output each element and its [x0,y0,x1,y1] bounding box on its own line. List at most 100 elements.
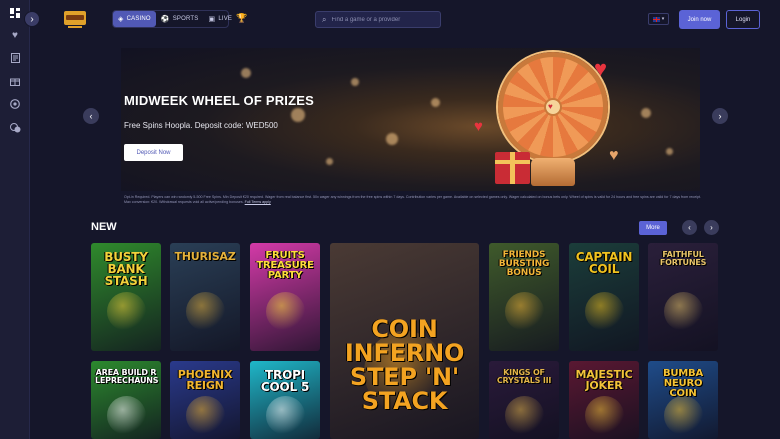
banner-subtitle: Free Spins Hoopla. Deposit code: WED500 [124,121,278,130]
wheel-hub [544,98,562,116]
game-card[interactable]: THURISAZ [170,243,240,351]
receipt-icon[interactable] [9,52,21,64]
chevron-left-icon: ‹ [688,223,691,232]
heart-icon: ♥ [548,102,553,111]
full-terms-link[interactable]: Full Terms apply [245,200,271,204]
game-card[interactable]: BUSTY BANK STASH [91,243,161,351]
prize-wheel: ♥ [498,52,608,162]
search-icon: ⌕ [322,14,327,24]
game-card[interactable]: FRIENDS BURSTING BONUS [489,243,559,351]
game-title: BUSTY BANK STASH [104,250,148,288]
chevron-down-icon: ▾ [661,16,665,22]
section-next-button[interactable]: › [704,220,719,235]
chat-icon[interactable] [9,122,21,134]
section-prev-button[interactable]: ‹ [682,220,697,235]
game-card[interactable]: AREA BUILD R LEPRECHAUNS [91,361,161,439]
casino-icon: ◈ [118,16,124,23]
login-button[interactable]: Login [726,10,760,29]
banner-title: MIDWEEK WHEEL OF PRIZES [124,93,314,108]
banner-terms: Opt-in Required. Players can win randoml… [124,195,702,205]
heart-icon[interactable]: ♥ [9,29,21,41]
bokeh-light [386,133,398,145]
game-card[interactable]: BUMBA NEURO COIN [648,361,718,439]
logo-underline [68,26,82,28]
bokeh-light [666,148,673,155]
game-title: FRIENDS BURSTING BONUS [498,250,550,278]
tab-live-label: LIVE [218,16,233,22]
game-card[interactable]: MAJESTIC JOKER [569,361,639,439]
game-card[interactable]: FRUITS TREASURE PARTY [250,243,320,351]
site-logo[interactable] [64,11,86,25]
game-artwork [107,396,146,435]
bokeh-light [641,108,651,118]
join-now-button[interactable]: Join now [679,10,720,29]
terms-text: Opt-in Required. Players can win randoml… [124,195,702,204]
tab-sports[interactable]: ⚽ SPORTS [156,11,204,27]
game-title: AREA BUILD R LEPRECHAUNS [95,368,159,385]
game-title: CAPTAIN COIL [575,250,633,276]
bokeh-light [431,98,440,107]
sports-icon: ⚽ [160,16,170,23]
game-card[interactable]: CAPTAIN COIL [569,243,639,351]
live-icon: ▣ [208,16,216,23]
game-title: COIN INFERNO STEP 'N' STACK [344,315,465,415]
gift-icon[interactable] [9,75,21,87]
tab-casino-label: CASINO [126,16,151,22]
search-bar[interactable]: ⌕ [315,11,441,28]
game-title: BUMBA NEURO COIN [662,368,704,399]
chevron-right-icon: › [710,223,713,232]
game-title: KINGS OF CRYSTALS III [496,368,552,385]
chevron-left-icon: ‹ [89,111,93,121]
sidebar: ♥ › [0,0,40,439]
tab-sports-label: SPORTS [172,16,199,22]
bokeh-light [291,108,305,122]
product-tabs: ◈ CASINO ⚽ SPORTS ▣ LIVE [112,10,232,28]
language-selector[interactable]: ▾ [648,13,669,25]
search-input[interactable] [331,16,432,23]
game-title: THURISAZ [174,250,236,263]
trophy-icon[interactable]: 🏆 [236,13,247,24]
heart-balloon-icon: ♥ [474,118,483,135]
heart-balloon-icon: ♥ [594,56,608,81]
game-card[interactable]: PHOENIX REIGN [170,361,240,439]
tab-live[interactable]: ▣ LIVE [204,11,238,27]
promo-banner[interactable]: ♥ ♥ ♥ ♥ MIDWEEK WHEEL OF PRIZES Free Spi… [121,48,700,191]
game-card[interactable]: FAITHFUL FORTUNES [648,243,718,351]
section-title-new: NEW [91,221,117,233]
game-title: FRUITS TREASURE PARTY [256,250,314,281]
banner-prev-button[interactable]: ‹ [83,108,99,124]
game-artwork [664,292,703,331]
bokeh-light [326,158,333,165]
banner-next-button[interactable]: › [712,108,728,124]
game-artwork [186,292,225,331]
header: ◈ CASINO ⚽ SPORTS ▣ LIVE 🏆 ⌕ ▾ Join now … [30,0,780,38]
game-title: MAJESTIC JOKER [575,368,633,392]
bokeh-light [351,78,359,86]
chip-icon[interactable] [9,98,21,110]
uk-flag-icon [652,16,660,22]
wheel-stand [531,158,575,186]
heart-balloon-icon: ♥ [609,147,619,164]
more-button[interactable]: More [639,221,667,235]
game-artwork [107,292,146,331]
deposit-now-button[interactable]: Deposit Now [124,144,183,161]
game-artwork [266,396,305,435]
game-card[interactable]: KINGS OF CRYSTALS III [489,361,559,439]
game-artwork [585,396,624,435]
game-artwork [266,292,305,331]
game-artwork [505,396,544,435]
game-title: FAITHFUL FORTUNES [659,250,707,267]
game-artwork [585,292,624,331]
game-artwork [664,396,703,435]
game-artwork [505,292,544,331]
game-title: TROPI COOL 5 [260,368,310,394]
bokeh-light [241,68,251,78]
game-title: PHOENIX REIGN [177,368,233,392]
tab-casino[interactable]: ◈ CASINO [113,11,156,27]
game-artwork [186,396,225,435]
chevron-right-icon: › [718,111,722,121]
game-card[interactable]: COIN INFERNO STEP 'N' STACK [330,243,479,439]
grid-icon[interactable] [9,7,21,19]
gift-box-image [495,152,530,184]
game-card[interactable]: TROPI COOL 5 [250,361,320,439]
